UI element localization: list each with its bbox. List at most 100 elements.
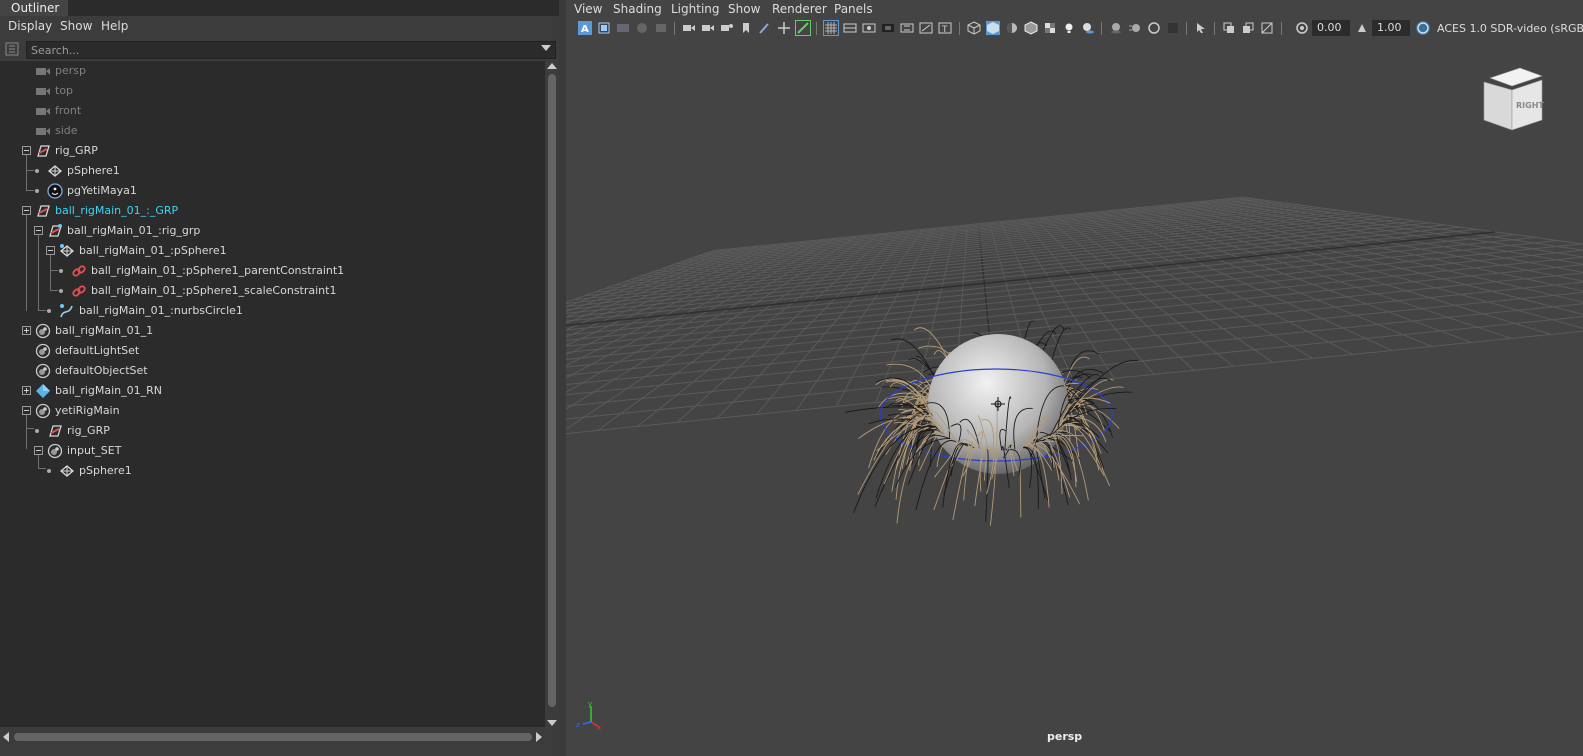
collapse-toggle[interactable]: [22, 206, 31, 215]
color-space-selector[interactable]: ACES 1.0 SDR-video (sRGB: [1437, 20, 1583, 38]
outliner-row-default-object-set[interactable]: defaultObjectSet: [0, 361, 545, 381]
menu-renderer[interactable]: Renderer: [772, 2, 827, 16]
row-label: yetiRigMain: [55, 404, 120, 417]
horizontal-scroll-thumb[interactable]: [14, 733, 532, 741]
row-label: persp: [55, 64, 86, 77]
collapse-toggle[interactable]: [34, 446, 43, 455]
frame-all-icon[interactable]: [597, 21, 611, 35]
outliner-row-front[interactable]: front: [0, 101, 545, 121]
paint-icon[interactable]: [758, 21, 772, 35]
menu-panels[interactable]: Panels: [834, 2, 873, 16]
move-pivot-icon[interactable]: [777, 21, 791, 35]
outliner-row-persp[interactable]: persp: [0, 61, 545, 81]
menu-lighting[interactable]: Lighting: [671, 2, 720, 16]
outliner-row-ball-rigmain-psphere1[interactable]: ball_rigMain_01_:pSphere1: [0, 241, 545, 261]
bookmark-icon[interactable]: [654, 21, 668, 35]
collapse-toggle[interactable]: [34, 226, 43, 235]
outliner-row-nurbs-circle[interactable]: ball_rigMain_01_:nurbsCircle1: [0, 301, 545, 321]
search-input[interactable]: [26, 41, 556, 59]
3d-viewport[interactable]: [566, 40, 1583, 747]
outliner-row-yeti-rig-grp[interactable]: rig_GRP: [0, 421, 545, 441]
view-cube[interactable]: RIGHT: [1480, 66, 1546, 132]
camera-icon: [36, 88, 50, 95]
expand-toggle[interactable]: [22, 326, 31, 335]
toolbar-separator: [1101, 22, 1102, 35]
default-material-icon[interactable]: [1005, 21, 1019, 35]
tab-outliner[interactable]: Outliner: [0, 0, 68, 16]
gamma-icon[interactable]: [1355, 21, 1369, 35]
exposure-field[interactable]: 0.00: [1312, 20, 1350, 36]
film-gate-icon[interactable]: [843, 21, 857, 35]
collapse-toggle[interactable]: [22, 406, 31, 415]
outliner-row-top[interactable]: top: [0, 81, 545, 101]
resolution-gate-icon[interactable]: [862, 21, 876, 35]
select-mode-icon[interactable]: [1194, 21, 1208, 35]
exposure-icon[interactable]: [1295, 21, 1309, 35]
image-plane-icon[interactable]: [616, 21, 630, 35]
multisample-aa-icon[interactable]: [1147, 21, 1161, 35]
outliner-row-ball-rigmain-grp[interactable]: ball_rigMain_01_:_GRP: [0, 201, 545, 221]
smooth-shade-icon[interactable]: [986, 21, 1000, 35]
vertical-scroll-thumb[interactable]: [548, 74, 556, 707]
outliner-row-input-set[interactable]: input_SET: [0, 441, 545, 461]
row-label: rig_GRP: [67, 424, 110, 437]
menu-display[interactable]: Display: [8, 16, 52, 38]
outliner-row-ball-rigmain-rn[interactable]: ball_rigMain_01_RN: [0, 381, 545, 401]
outliner-row-default-light-set[interactable]: defaultLightSet: [0, 341, 545, 361]
screen-space-ao-icon[interactable]: [1109, 21, 1123, 35]
xray-joints-icon[interactable]: [1241, 21, 1255, 35]
scroll-left-arrow-icon[interactable]: [3, 732, 9, 742]
safe-title-icon[interactable]: T: [938, 21, 952, 35]
outliner-row-input-psphere1[interactable]: pSphere1: [0, 461, 545, 481]
xray-icon[interactable]: [1222, 21, 1236, 35]
expand-toggle[interactable]: [22, 386, 31, 395]
outliner-row-ball-rigmain-rig-grp[interactable]: ball_rigMain_01_:rig_grp: [0, 221, 545, 241]
shadows-icon[interactable]: [1081, 21, 1095, 35]
textured-icon[interactable]: [1043, 21, 1057, 35]
safe-action-icon[interactable]: [919, 21, 933, 35]
menu-show[interactable]: Show: [728, 2, 760, 16]
collapse-toggle[interactable]: [22, 146, 31, 155]
collapse-toggle[interactable]: [46, 246, 55, 255]
xray-components-icon[interactable]: [1260, 21, 1274, 35]
outliner-row-side[interactable]: side: [0, 121, 545, 141]
lights-icon[interactable]: [1062, 21, 1076, 35]
grease-pencil-icon[interactable]: [635, 21, 649, 35]
grid-toggle-icon[interactable]: [823, 20, 839, 36]
scroll-right-arrow-icon[interactable]: [536, 732, 542, 742]
scroll-up-arrow-icon[interactable]: [547, 63, 557, 69]
outliner-row-parent-constraint[interactable]: ball_rigMain_01_:pSphere1_parentConstrai…: [0, 261, 545, 281]
outliner-row-yeti-rig-main[interactable]: yetiRigMain: [0, 401, 545, 421]
row-label: pSphere1: [67, 164, 120, 177]
isolate-select-icon[interactable]: [795, 20, 811, 36]
field-chart-icon[interactable]: [900, 21, 914, 35]
outliner-row-pgyetimaya1[interactable]: pgYetiMaya1: [0, 181, 545, 201]
depth-of-field-icon[interactable]: [1166, 21, 1180, 35]
camera-sequencer-icon[interactable]: [720, 21, 734, 35]
camera-attributes-icon[interactable]: [682, 21, 696, 35]
menu-view[interactable]: View: [574, 2, 602, 16]
gamma-field[interactable]: 1.00: [1372, 20, 1410, 36]
wireframe-on-shaded-icon[interactable]: [1024, 21, 1038, 35]
gate-mask-icon[interactable]: [881, 21, 895, 35]
bookmark-flag-icon[interactable]: [739, 21, 753, 35]
viewcube-right-label: RIGHT: [1516, 101, 1544, 110]
select-camera-icon[interactable]: A: [578, 21, 592, 35]
menu-help[interactable]: Help: [101, 16, 128, 38]
panel-splitter[interactable]: [559, 0, 566, 756]
outliner-row-scale-constraint[interactable]: ball_rigMain_01_:pSphere1_scaleConstrain…: [0, 281, 545, 301]
tree-leaf-dot: [47, 309, 51, 313]
color-management-icon[interactable]: [1416, 21, 1430, 35]
filter-icon[interactable]: [5, 42, 19, 56]
wireframe-icon[interactable]: [967, 21, 981, 35]
menu-shading[interactable]: Shading: [613, 2, 662, 16]
search-dropdown-icon[interactable]: [541, 45, 551, 51]
outliner-row-ball-rigmain-1[interactable]: ball_rigMain_01_1: [0, 321, 545, 341]
menu-show[interactable]: Show: [60, 16, 92, 38]
scroll-down-arrow-icon[interactable]: [547, 720, 557, 726]
outliner-row-psphere1[interactable]: pSphere1: [0, 161, 545, 181]
motion-blur-icon[interactable]: [1128, 21, 1142, 35]
outliner-row-rig-grp[interactable]: rig_GRP: [0, 141, 545, 161]
camera-lock-icon[interactable]: [701, 21, 715, 35]
set-icon: [47, 443, 63, 459]
